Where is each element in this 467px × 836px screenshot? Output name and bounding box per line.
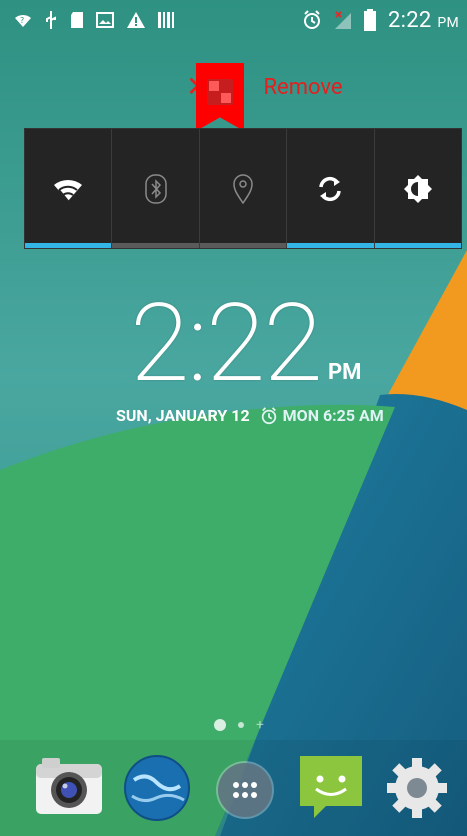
settings-app-icon[interactable] xyxy=(382,752,452,822)
add-page-icon: + xyxy=(256,717,264,733)
barcode-icon xyxy=(158,11,174,29)
brightness-state-indicator xyxy=(374,243,462,248)
next-alarm: MON 6:25 AM xyxy=(260,406,384,425)
warning-icon xyxy=(126,11,146,29)
status-bar: ? 2:22 PM xyxy=(0,0,467,40)
power-control-widget xyxy=(24,128,462,249)
brightness-icon xyxy=(403,174,432,203)
messaging-app-icon[interactable] xyxy=(296,752,366,822)
sync-state-indicator xyxy=(287,243,374,248)
remove-label: Remove xyxy=(263,74,343,100)
usb-icon xyxy=(44,10,58,30)
status-time: 2:22 PM xyxy=(387,7,459,33)
wifi-icon xyxy=(54,179,83,202)
sd-card-icon xyxy=(70,11,84,29)
bluetooth-icon xyxy=(144,173,167,204)
alarm-icon xyxy=(261,406,276,424)
sync-icon xyxy=(319,176,342,201)
wifi-toggle-button[interactable] xyxy=(25,129,113,248)
alarm-icon xyxy=(302,10,322,30)
browser-app-icon[interactable] xyxy=(122,752,192,822)
camera-app-icon[interactable] xyxy=(34,752,104,822)
wifi-state-indicator xyxy=(25,243,112,248)
clock-time: 2:22 xyxy=(130,281,323,407)
next-alarm-label: MON 6:25 AM xyxy=(282,406,384,425)
signal-off-icon xyxy=(334,10,352,30)
battery-icon xyxy=(363,9,376,31)
page-dot-current xyxy=(214,719,226,731)
location-state-indicator xyxy=(199,243,287,248)
location-toggle-button[interactable] xyxy=(199,129,288,248)
bluetooth-state-indicator xyxy=(112,243,199,248)
clock-date: SUN, JANUARY 12 xyxy=(116,406,250,425)
page-dot xyxy=(238,722,244,728)
brightness-toggle-button[interactable] xyxy=(374,129,462,248)
dock xyxy=(0,748,467,828)
wifi-question-icon: ? xyxy=(14,11,32,29)
home-page-indicator: + xyxy=(214,718,274,732)
bluetooth-toggle-button[interactable] xyxy=(112,129,200,248)
svg-text:?: ? xyxy=(20,16,24,25)
clock-date-line: SUN, JANUARY 12 MON 6:25 AM xyxy=(116,406,384,425)
sync-toggle-button[interactable] xyxy=(287,129,375,248)
image-icon xyxy=(96,12,114,28)
app-drawer-icon[interactable] xyxy=(210,752,280,822)
location-icon xyxy=(233,173,253,204)
clock-ampm: PM xyxy=(328,360,362,385)
